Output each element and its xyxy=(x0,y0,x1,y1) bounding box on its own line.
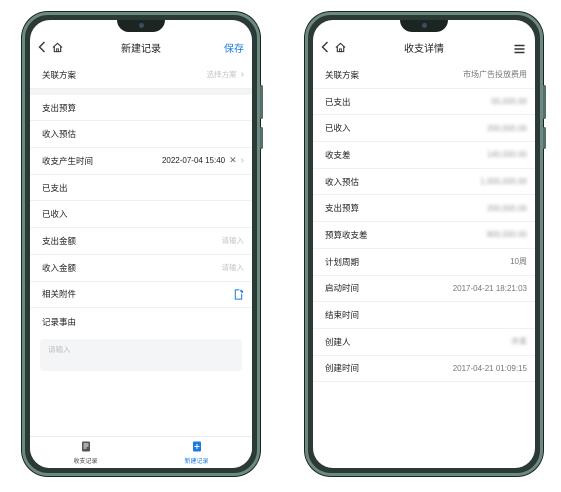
volume-button xyxy=(543,85,546,119)
navbar: 新建记录 保存 xyxy=(30,34,252,60)
expense-amount-input[interactable]: 请输入 xyxy=(222,235,245,246)
row-label: 已支出 xyxy=(42,182,68,193)
row-label: 收支差 xyxy=(325,149,351,160)
row-value: 00,000.00 xyxy=(491,97,527,107)
tab-label: 收支记录 xyxy=(73,458,98,465)
reason-textarea[interactable]: 请输入 xyxy=(40,338,242,371)
occurrence-time-value: 2022-07-04 15:40 xyxy=(161,156,226,166)
row-label: 相关附件 xyxy=(42,289,77,300)
chevron-right-icon: › xyxy=(240,69,244,81)
detail-row-start-time: 启动时间 2017-04-21 18:21:03 xyxy=(313,276,535,303)
row-value: 140,000.00 xyxy=(486,150,527,160)
power-button xyxy=(260,127,263,149)
row-value: 2017-04-21 18:21:03 xyxy=(452,283,527,293)
plan-placeholder: 选择方案 xyxy=(206,70,237,80)
income-amount-row[interactable]: 收入金额 请输入 xyxy=(30,255,252,282)
phone-frame-new-record: 新建记录 保存 关联方案 选择方案 › 支出预算 收入预估 收支产生时间 2022… xyxy=(22,12,263,476)
navbar: 收支详情 xyxy=(313,34,535,60)
screen-new-record: 新建记录 保存 关联方案 选择方案 › 支出预算 收入预估 收支产生时间 2022… xyxy=(30,20,252,468)
row-value: 200,000.00 xyxy=(486,203,527,213)
list-doc-icon xyxy=(81,441,91,454)
detail-row-budget-diff: 预算收支差 800,000.00 xyxy=(313,222,535,249)
tab-label: 新建记录 xyxy=(184,458,209,465)
menu-icon[interactable] xyxy=(514,41,525,59)
upload-file-icon[interactable] xyxy=(233,289,244,300)
income-amount-input[interactable]: 请输入 xyxy=(222,262,245,273)
plan-select-row[interactable]: 关联方案 选择方案 › xyxy=(30,62,252,89)
row-label: 结束时间 xyxy=(325,310,360,321)
row-label: 创建人 xyxy=(325,336,351,347)
phone-frame-detail: 收支详情 关联方案 市场广告投放费用 已支出 00,000.00 已收入 200… xyxy=(305,12,546,476)
back-arrow-icon[interactable] xyxy=(38,39,52,55)
row-value: 800,000.00 xyxy=(486,230,527,240)
detail-row-expense-budget: 支出预算 200,000.00 xyxy=(313,195,535,223)
detail-row-received: 已收入 200,000.00 xyxy=(313,115,535,143)
detail-list: 关联方案 市场广告投放费用 已支出 00,000.00 已收入 200,000.… xyxy=(313,62,535,383)
income-estimate-row[interactable]: 收入预估 xyxy=(30,121,252,149)
form-list: 关联方案 选择方案 › 支出预算 收入预估 收支产生时间 2022-07-04 1… xyxy=(30,62,252,371)
row-label: 收入预估 xyxy=(42,129,77,140)
row-value: 市场广告投放费用 xyxy=(463,70,527,80)
detail-row-cycle: 计划周期 10周 xyxy=(313,249,535,276)
notch xyxy=(400,20,448,32)
expense-budget-row[interactable]: 支出预算 xyxy=(30,95,252,122)
occurrence-time-row[interactable]: 收支产生时间 2022-07-04 15:40 ✕ › xyxy=(30,148,252,175)
row-label: 关联方案 xyxy=(42,69,77,80)
row-label: 支出预算 xyxy=(325,203,360,214)
expense-amount-row[interactable]: 支出金额 请输入 xyxy=(30,228,252,255)
row-value: 1,000,000.00 xyxy=(480,177,527,187)
row-label: 已收入 xyxy=(325,123,351,134)
row-label: 收支产生时间 xyxy=(42,155,94,166)
chevron-right-icon: › xyxy=(240,155,244,167)
row-label: 创建时间 xyxy=(325,363,360,374)
detail-row-income-estimate: 收入预估 1,000,000.00 xyxy=(313,169,535,196)
detail-row-creator: 创建人 许某 xyxy=(313,329,535,356)
row-label: 支出预算 xyxy=(42,102,77,113)
detail-row-plan: 关联方案 市场广告投放费用 xyxy=(313,62,535,89)
row-label: 记录事由 xyxy=(42,316,77,327)
received-row[interactable]: 已收入 xyxy=(30,201,252,229)
clear-icon[interactable]: ✕ xyxy=(229,155,237,166)
row-value: 200,000.00 xyxy=(486,123,527,133)
row-label: 计划周期 xyxy=(325,256,360,267)
camera-icon xyxy=(421,23,427,28)
notch xyxy=(117,20,165,32)
screen-detail: 收支详情 关联方案 市场广告投放费用 已支出 00,000.00 已收入 200… xyxy=(313,20,535,468)
detail-row-diff: 收支差 140,000.00 xyxy=(313,142,535,169)
page-title: 收支详情 xyxy=(404,43,444,55)
row-label: 已支出 xyxy=(325,96,351,107)
save-button[interactable]: 保存 xyxy=(224,40,244,55)
spent-row[interactable]: 已支出 xyxy=(30,175,252,202)
row-label: 已收入 xyxy=(42,209,68,220)
back-arrow-icon[interactable] xyxy=(321,39,335,55)
row-label: 收入预估 xyxy=(325,176,360,187)
detail-row-end-time: 结束时间 xyxy=(313,302,535,329)
tab-records[interactable]: 收支记录 xyxy=(30,437,141,468)
home-icon[interactable] xyxy=(52,39,66,55)
row-label: 支出金额 xyxy=(42,235,77,246)
new-doc-icon xyxy=(192,441,202,454)
bottom-tabbar: 收支记录 新建记录 xyxy=(30,436,252,468)
tab-new-record[interactable]: 新建记录 xyxy=(141,437,252,468)
attachment-row[interactable]: 相关附件 xyxy=(30,282,252,309)
row-value: 2017-04-21 01:09:15 xyxy=(452,363,527,373)
detail-row-spent: 已支出 00,000.00 xyxy=(313,89,535,116)
volume-button xyxy=(260,85,263,119)
power-button xyxy=(543,127,546,149)
row-label: 关联方案 xyxy=(325,69,360,80)
row-value: 许某 xyxy=(511,337,527,347)
row-label: 预算收支差 xyxy=(325,229,368,240)
row-label: 启动时间 xyxy=(325,283,360,294)
camera-icon xyxy=(138,23,144,28)
detail-row-create-time: 创建时间 2017-04-21 01:09:15 xyxy=(313,356,535,383)
reason-row: 记录事由 xyxy=(30,308,252,335)
row-label: 收入金额 xyxy=(42,262,77,273)
page-title: 新建记录 xyxy=(121,43,161,55)
row-value: 10周 xyxy=(510,257,527,267)
home-icon[interactable] xyxy=(335,39,349,55)
